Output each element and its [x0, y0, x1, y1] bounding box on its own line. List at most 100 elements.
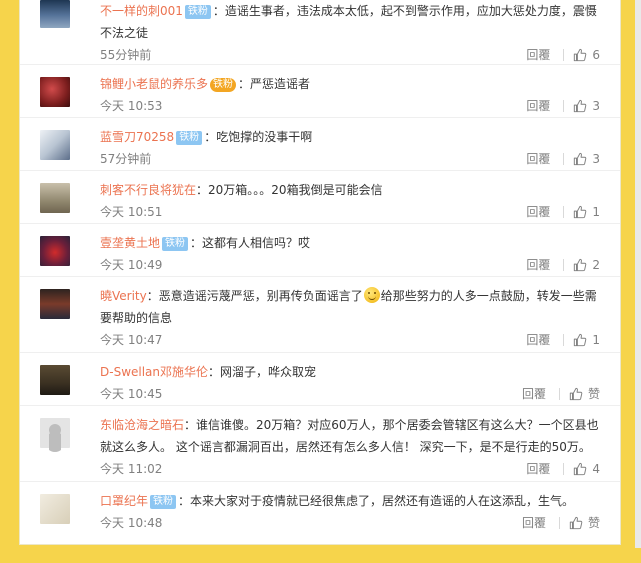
- comment-meta: 今天 10:51 回覆 1: [100, 201, 600, 223]
- username-link[interactable]: 锦鲤小老鼠的养乐多: [100, 77, 208, 91]
- comment-item: 蓝雪刀70258 铁粉 ：吃饱撑的没事干啊 57分钟前 回覆 3: [20, 118, 620, 171]
- comment-body: 东临沧海之暗石：谁信谁傻。20万箱？对应60万人，那个居委会管辖区有这么大？一个…: [100, 414, 620, 480]
- reply-button[interactable]: 回覆: [526, 148, 550, 170]
- comment-time: 57分钟前: [100, 152, 152, 166]
- reply-button[interactable]: 回覆: [526, 44, 550, 66]
- comment-actions: 回覆 4: [526, 458, 600, 480]
- username-link[interactable]: 蓝雪刀70258: [100, 130, 174, 144]
- like-button[interactable]: 1: [573, 201, 600, 223]
- reply-button[interactable]: 回覆: [522, 383, 546, 405]
- like-count: 赞: [587, 387, 600, 401]
- username-link[interactable]: 不一样的刺001: [100, 4, 183, 18]
- fan-badge[interactable]: 铁粉: [184, 5, 211, 19]
- username-link[interactable]: 东临沧海之暗石: [100, 418, 184, 432]
- username-link[interactable]: 曉Verity: [100, 289, 147, 303]
- comment-text: D-Swellan邓施华伦：网溜子，哗众取宠: [100, 365, 317, 379]
- comment-meta: 今天 11:02 回覆 4: [100, 458, 600, 480]
- smile-emoji-icon: [363, 287, 380, 303]
- comment-panel: 不一样的刺001 铁粉 ：造谣生事者，违法成本太低，起不到警示作用，应加大惩处力度，…: [19, 0, 621, 545]
- comment-meta: 今天 10:53 回覆 3: [100, 95, 600, 117]
- reply-button[interactable]: 回覆: [526, 458, 550, 480]
- comment-actions: 回覆 1: [526, 201, 600, 223]
- username-link[interactable]: D-Swellan邓施华伦: [100, 365, 208, 379]
- comment-content: 恶意造谣污蔑严惩，别再传负面谣言了: [158, 289, 363, 303]
- like-button[interactable]: 4: [573, 458, 600, 480]
- user-avatar[interactable]: [40, 365, 70, 395]
- user-avatar[interactable]: [40, 289, 70, 319]
- comment-actions: 回覆 3: [526, 148, 600, 170]
- like-button[interactable]: 赞: [569, 512, 600, 534]
- comment-item: 不一样的刺001 铁粉 ：造谣生事者，违法成本太低，起不到警示作用，应加大惩处力度，…: [20, 0, 620, 65]
- thumbs-up-icon: [569, 387, 583, 401]
- user-avatar[interactable]: [40, 77, 70, 107]
- comment-text: 刺客不行良将犹在：20万箱。。。20箱我倒是可能会信: [100, 183, 383, 197]
- divider: [563, 153, 565, 165]
- thumbs-up-icon: [574, 258, 587, 272]
- comment-time: 今天 10:51: [100, 205, 163, 219]
- comment-time: 今天 10:47: [100, 333, 163, 347]
- user-avatar[interactable]: [40, 236, 70, 266]
- like-button[interactable]: 6: [573, 44, 600, 66]
- like-button[interactable]: 1: [573, 329, 600, 351]
- comment-text: 锦鲤小老鼠的养乐多 铁粉 ：严惩造谣者: [100, 77, 311, 92]
- reply-button[interactable]: 回覆: [526, 201, 550, 223]
- username-link[interactable]: 壹垄黄土地: [100, 236, 160, 250]
- comment-text: 不一样的刺001 铁粉 ：造谣生事者，违法成本太低，起不到警示作用，应加大惩处力度，…: [100, 4, 597, 40]
- comment-actions: 回覆 赞: [522, 512, 600, 534]
- comment-body: 壹垄黄土地 铁粉 ：这都有人相信吗？哎 今天 10:49 回覆 2: [100, 232, 620, 276]
- like-count: 赞: [587, 516, 600, 530]
- username-link[interactable]: 口罩纪年: [100, 494, 148, 508]
- user-avatar[interactable]: [40, 183, 70, 213]
- reply-button[interactable]: 回覆: [526, 254, 550, 276]
- like-count: 6: [592, 48, 600, 62]
- divider: [558, 517, 560, 529]
- fan-badge[interactable]: 铁粉: [162, 237, 189, 251]
- comment-meta: 57分钟前 回覆 3: [100, 148, 600, 170]
- comment-content: 严惩造谣者: [250, 77, 311, 91]
- comment-meta: 今天 10:48 回覆 赞: [100, 512, 600, 534]
- like-button[interactable]: 3: [573, 95, 600, 117]
- like-button[interactable]: 3: [573, 148, 600, 170]
- scrollbar[interactable]: [635, 0, 641, 548]
- divider: [563, 206, 565, 218]
- reply-button[interactable]: 回覆: [526, 95, 550, 117]
- fan-badge[interactable]: 铁粉: [150, 495, 177, 509]
- reply-button[interactable]: 回覆: [522, 512, 546, 534]
- comment-text: 东临沧海之暗石：谁信谁傻。20万箱？对应60万人，那个居委会管辖区有这么大？一个…: [100, 418, 599, 454]
- like-count: 3: [592, 99, 600, 113]
- like-count: 4: [592, 462, 600, 476]
- reply-button[interactable]: 回覆: [526, 329, 550, 351]
- comment-time: 今天 11:02: [100, 462, 163, 476]
- fan-badge[interactable]: 铁粉: [176, 131, 203, 145]
- divider: [558, 388, 560, 400]
- thumbs-up-icon: [574, 462, 587, 476]
- like-count: 1: [592, 333, 600, 347]
- comment-time: 今天 10:49: [100, 258, 163, 272]
- comment-body: 曉Verity：恶意造谣污蔑严惩，别再传负面谣言了 给那些努力的人多一点鼓励，转发…: [100, 285, 620, 351]
- like-button[interactable]: 2: [573, 254, 600, 276]
- comment-text: 壹垄黄土地 铁粉 ：这都有人相信吗？哎: [100, 236, 311, 251]
- user-avatar[interactable]: [40, 130, 70, 160]
- default-avatar-icon[interactable]: [40, 418, 70, 448]
- comment-text: 蓝雪刀70258 铁粉 ：吃饱撑的没事干啊: [100, 130, 313, 145]
- comment-meta: 今天 10:47 回覆 1: [100, 329, 600, 351]
- comment-body: 刺客不行良将犹在：20万箱。。。20箱我倒是可能会信 今天 10:51 回覆 1: [100, 179, 620, 223]
- comment-actions: 回覆 赞: [522, 383, 600, 405]
- comment-item: D-Swellan邓施华伦：网溜子，哗众取宠 今天 10:45 回覆 赞: [20, 353, 620, 406]
- comment-item: 锦鲤小老鼠的养乐多 铁粉 ：严惩造谣者 今天 10:53 回覆 3: [20, 65, 620, 118]
- username-link[interactable]: 刺客不行良将犹在: [100, 183, 196, 197]
- comment-item: 东临沧海之暗石：谁信谁傻。20万箱？对应60万人，那个居委会管辖区有这么大？一个…: [20, 406, 620, 482]
- comment-actions: 回覆 3: [526, 95, 600, 117]
- divider: [563, 463, 565, 475]
- comment-body: D-Swellan邓施华伦：网溜子，哗众取宠 今天 10:45 回覆 赞: [100, 361, 620, 405]
- like-button[interactable]: 赞: [569, 383, 600, 405]
- comment-meta: 今天 10:49 回覆 2: [100, 254, 600, 276]
- comment-body: 口罩纪年 铁粉 ：本来大家对于疫情就已经很焦虑了，居然还有造谣的人在这添乱，生气。 …: [100, 490, 620, 534]
- user-avatar[interactable]: [40, 494, 70, 524]
- comment-content: 本来大家对于疫情就已经很焦虑了，居然还有造谣的人在这添乱，生气。: [190, 494, 575, 508]
- divider: [563, 259, 565, 271]
- user-avatar[interactable]: [40, 0, 70, 28]
- comment-content: 这都有人相信吗？哎: [202, 236, 311, 250]
- like-count: 1: [592, 205, 600, 219]
- fan-badge[interactable]: 铁粉: [210, 78, 237, 92]
